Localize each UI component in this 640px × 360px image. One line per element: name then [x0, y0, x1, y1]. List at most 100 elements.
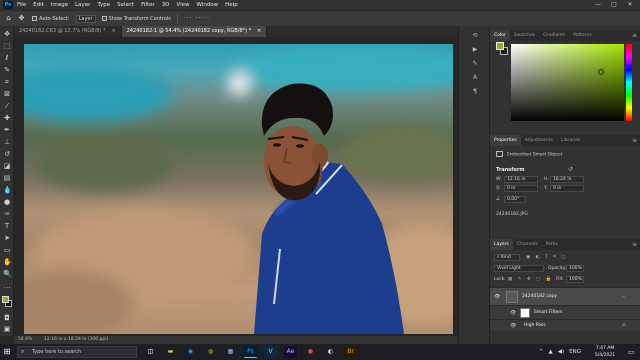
chevron-up-icon[interactable]: ^: [539, 349, 544, 355]
tab-gradients[interactable]: Gradients: [539, 30, 569, 41]
zoom-level[interactable]: 54.4%: [18, 336, 32, 344]
panel-menu-icon[interactable]: ≡: [632, 239, 637, 250]
menu-image[interactable]: Image: [51, 2, 68, 8]
tab-channels[interactable]: Channels: [513, 239, 542, 250]
bridge-taskbar-icon[interactable]: Br: [344, 346, 357, 358]
align-buttons[interactable]: ··· ·····: [184, 15, 210, 22]
dodge-tool-icon[interactable]: ●: [3, 198, 11, 206]
layer-name[interactable]: High Pass: [524, 323, 546, 328]
menu-file[interactable]: File: [17, 2, 26, 8]
portrait-photo[interactable]: [24, 44, 453, 334]
canvas-area[interactable]: [14, 37, 458, 336]
layer-name[interactable]: 24240182 copy: [522, 294, 557, 299]
visibility-eye-icon[interactable]: 👁: [510, 323, 516, 329]
search-placeholder[interactable]: Type here to search: [32, 349, 81, 355]
menu-select[interactable]: Select: [117, 2, 134, 8]
document-tab[interactable]: 24240182.CR3 @ 12.7% (RGB/8) * ×: [14, 26, 122, 37]
media-app-icon[interactable]: ●: [304, 346, 317, 358]
network-icon[interactable]: ▲: [549, 349, 553, 355]
lasso-tool-icon[interactable]: ℓ: [3, 54, 11, 62]
character-panel-icon[interactable]: A: [470, 74, 480, 82]
width-field[interactable]: 12.16 in: [504, 176, 538, 183]
task-view-icon[interactable]: ◫: [144, 346, 157, 358]
angle-field[interactable]: 0.00°: [504, 196, 526, 203]
move-tool-icon[interactable]: ✥: [17, 14, 26, 23]
frame-tool-icon[interactable]: ⊠: [3, 90, 11, 98]
notification-icon[interactable]: ▭: [626, 347, 636, 357]
fill-field[interactable]: 100%: [566, 276, 584, 283]
menu-view[interactable]: View: [176, 2, 189, 8]
x-field[interactable]: 0 in: [504, 185, 538, 192]
menu-layer[interactable]: Layer: [75, 2, 90, 8]
opacity-field[interactable]: 100%: [566, 265, 584, 272]
layer-options-icon[interactable]: ⌄: [622, 294, 626, 299]
filter-icons[interactable]: ▣ ◐ T ⌗ ▢: [526, 254, 567, 260]
minimize-icon[interactable]: —: [590, 0, 606, 10]
reset-transform-icon[interactable]: ↺: [568, 166, 573, 173]
taskbar-clock[interactable]: 7:47 AM 5/4/2021: [590, 345, 620, 359]
tab-color[interactable]: Color: [490, 30, 510, 41]
lock-icons[interactable]: ▦ ✎ ✥ ▢ 🔒: [508, 277, 553, 282]
history-brush-tool-icon[interactable]: ↺: [3, 150, 11, 158]
foreground-color-swatch[interactable]: [2, 296, 9, 303]
foreground-color-chip[interactable]: [496, 42, 504, 50]
layer-row[interactable]: 👁 High Pass ≡: [490, 319, 640, 331]
layer-row[interactable]: 👁 Smart Filters: [490, 305, 640, 319]
rectangle-tool-icon[interactable]: ▭: [3, 246, 11, 254]
quick-mask-icon[interactable]: ◘: [3, 314, 11, 322]
blur-tool-icon[interactable]: 💧: [3, 186, 12, 194]
tab-paths[interactable]: Paths: [542, 239, 562, 250]
brush-tool-icon[interactable]: ✒: [3, 126, 11, 134]
tab-patterns[interactable]: Patterns: [569, 30, 596, 41]
menu-edit[interactable]: Edit: [33, 2, 44, 8]
type-tool-icon[interactable]: T: [3, 222, 11, 230]
auto-select-target-dropdown[interactable]: Layer: [75, 14, 96, 23]
tab-libraries[interactable]: Libraries: [557, 135, 584, 146]
document-tab-active[interactable]: 24240182-1 @ 54.4% (24240182 copy, RGB/8…: [121, 26, 268, 37]
tab-adjustments[interactable]: Adjustments: [521, 135, 557, 146]
tab-properties[interactable]: Properties: [490, 135, 521, 146]
move-tool-icon[interactable]: ✥: [3, 30, 11, 38]
windows-start-icon[interactable]: ⊞: [0, 344, 14, 360]
eyedropper-tool-icon[interactable]: ⁄: [3, 102, 11, 110]
crop-tool-icon[interactable]: ⌗: [3, 78, 11, 86]
hue-slider[interactable]: [626, 44, 632, 121]
menu-window[interactable]: Window: [196, 2, 218, 8]
height-field[interactable]: 18.24 in: [550, 176, 584, 183]
panel-menu-icon[interactable]: ≡: [632, 30, 637, 41]
language-indicator[interactable]: ENG: [569, 349, 581, 355]
brush-settings-icon[interactable]: ✎: [470, 60, 480, 68]
tab-swatches[interactable]: Swatches: [510, 30, 540, 41]
close-icon[interactable]: ✕: [622, 0, 638, 10]
file-explorer-icon[interactable]: ▬: [164, 346, 177, 358]
tab-close-icon[interactable]: ×: [111, 28, 115, 34]
more-tools-icon[interactable]: …: [3, 282, 11, 290]
menu-3d[interactable]: 3D: [162, 2, 170, 8]
pen-tool-icon[interactable]: ✑: [3, 210, 11, 218]
chrome-icon[interactable]: ◍: [204, 346, 217, 358]
menu-filter[interactable]: Filter: [141, 2, 155, 8]
after-effects-taskbar-icon[interactable]: Ae: [284, 346, 297, 358]
quick-select-tool-icon[interactable]: ✎: [3, 66, 11, 74]
tab-close-icon[interactable]: ×: [257, 28, 261, 34]
photoshop-taskbar-icon[interactable]: Ps: [244, 346, 257, 358]
visibility-eye-icon[interactable]: 👁: [510, 310, 516, 316]
maximize-icon[interactable]: □: [606, 0, 622, 10]
tab-layers[interactable]: Layers: [490, 239, 513, 250]
store-icon[interactable]: ▦: [224, 346, 237, 358]
layer-kind-filter[interactable]: ⌕ Kind: [494, 254, 520, 261]
blend-mode-dropdown[interactable]: Vivid Light: [494, 265, 544, 272]
taskbar-search[interactable]: ⌕ Type here to search: [17, 346, 137, 358]
history-panel-icon[interactable]: ⟲: [470, 32, 480, 40]
layer-name[interactable]: Smart Filters: [534, 310, 563, 315]
eraser-tool-icon[interactable]: ◪: [3, 162, 11, 170]
show-transform-checkbox[interactable]: [101, 16, 107, 21]
marquee-tool-icon[interactable]: ⬚: [3, 42, 11, 50]
menu-type[interactable]: Type: [97, 2, 110, 8]
screen-mode-icon[interactable]: ▣: [3, 325, 11, 333]
home-icon[interactable]: ⌂: [4, 14, 13, 23]
actions-panel-icon[interactable]: ▶: [470, 46, 480, 54]
clone-stamp-tool-icon[interactable]: ⊥: [3, 138, 11, 146]
hand-tool-icon[interactable]: ✋: [3, 258, 12, 266]
path-selection-tool-icon[interactable]: ➤: [3, 234, 11, 242]
